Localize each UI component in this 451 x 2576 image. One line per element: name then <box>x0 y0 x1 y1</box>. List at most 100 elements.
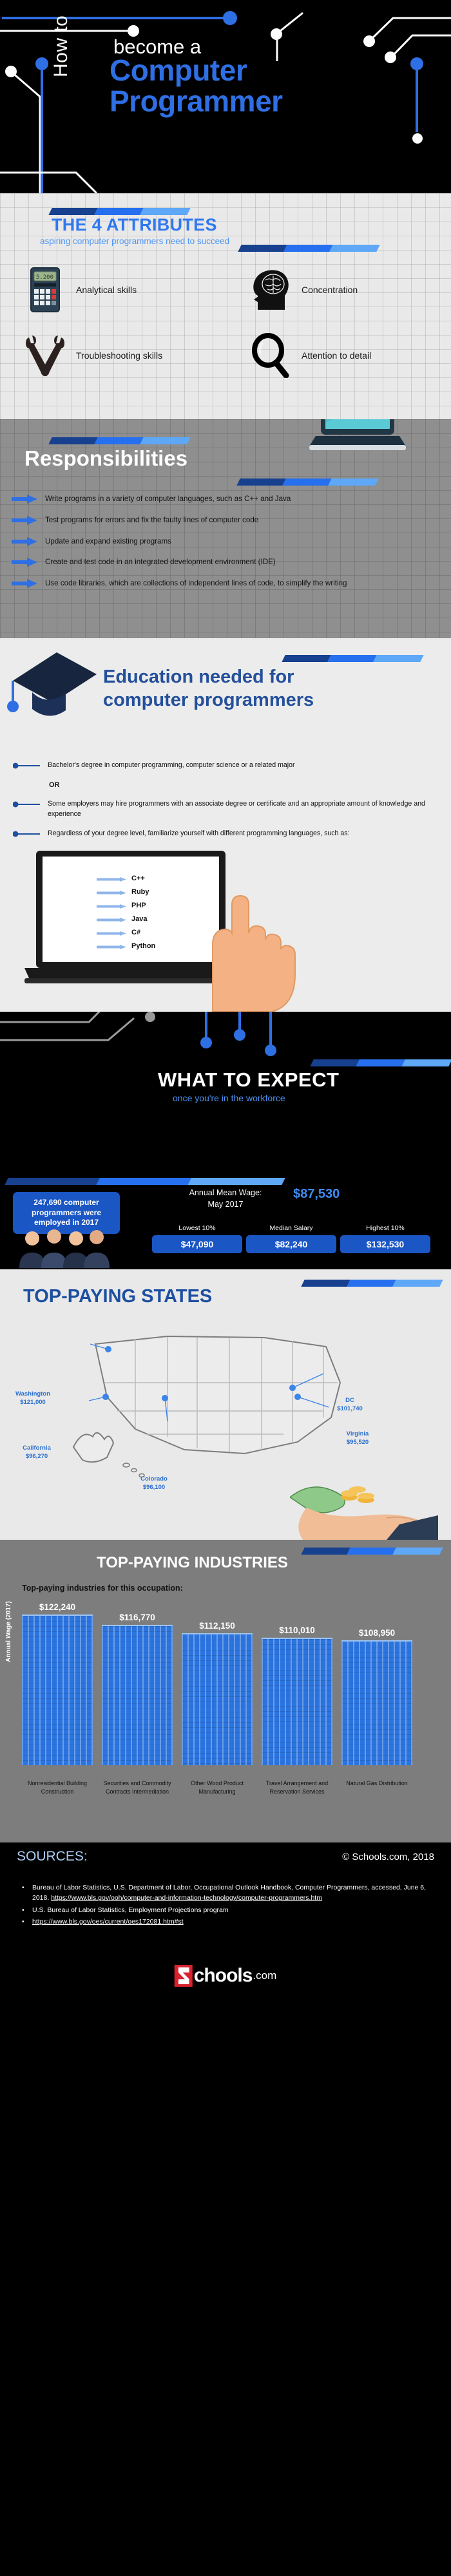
wage-tier-median: Median Salary $82,240 <box>246 1224 336 1253</box>
chart-category-label: Travel Arrangement and Reservation Servi… <box>265 1780 329 1795</box>
chart-category-labels: Nonresidential Building Construction Sec… <box>22 1779 412 1795</box>
chart-bar-fill <box>341 1640 412 1765</box>
copyright-text: © Schools.com, 2018 <box>342 1852 434 1862</box>
list-item-text: Regardless of your degree level, familia… <box>48 829 350 838</box>
list-item: Create and test code in an integrated de… <box>12 557 451 568</box>
state-value: $96,100 <box>142 1483 166 1491</box>
list-item-text: Some employers may hire programmers with… <box>48 800 425 819</box>
list-item: Java <box>97 912 155 925</box>
list-item: Update and expand existing programs <box>12 536 451 547</box>
education-section: Education needed for computer programmer… <box>0 638 451 1012</box>
chart-bar-fill <box>22 1615 93 1765</box>
what-to-expect-subheading: once you're in the workforce <box>173 1093 285 1103</box>
list-item: PHP <box>97 898 155 912</box>
arrow-bullet-icon <box>97 876 126 882</box>
arrow-bullet-icon <box>12 579 37 589</box>
state-name: Washington <box>15 1390 50 1397</box>
employment-stat-box: 247,690 computer programmers were employ… <box>13 1192 120 1234</box>
list-item: C# <box>97 925 155 939</box>
what-to-expect-section: WHAT TO EXPECT once you're in the workfo… <box>0 1012 451 1269</box>
list-item: Regardless of your degree level, familia… <box>12 829 438 839</box>
list-item-text: Update and expand existing programs <box>45 536 171 545</box>
arrow-bullet-icon <box>97 903 126 909</box>
responsibilities-list: Write programs in a variety of computer … <box>0 471 451 589</box>
arrow-bullet-icon <box>12 495 37 504</box>
header-section: How to become a Computer Programmer <box>0 0 451 193</box>
people-illustration <box>19 1229 110 1268</box>
chart-bar-value: $108,950 <box>358 1628 396 1638</box>
stripes-decoration <box>48 208 191 215</box>
list-item: Use code libraries, which are collection… <box>12 578 451 589</box>
arrow-bullet-icon <box>97 943 126 949</box>
source-link[interactable]: https://www.bls.gov/ooh/computer-and-inf… <box>51 1894 322 1902</box>
list-item-text: Ruby <box>131 887 149 896</box>
source-link[interactable]: https://www.bls.gov/oes/current/oes17208… <box>32 1918 184 1926</box>
arrow-bullet-icon <box>12 536 37 546</box>
laptop-icon <box>309 419 406 461</box>
wage-tier-label: Median Salary <box>269 1224 313 1232</box>
state-name: DC <box>345 1397 354 1404</box>
wage-tiers: Lowest 10% $47,090 Median Salary $82,240… <box>152 1224 430 1253</box>
education-heading: Education needed for computer programmer… <box>103 665 314 712</box>
arrow-bullet-icon <box>97 930 126 936</box>
chart-bar: $122,240 <box>22 1602 93 1765</box>
attributes-heading: THE 4 ATTRIBUTES <box>52 215 217 234</box>
top-paying-states-section: TOP-PAYING STATES Washington $121,000 Ca… <box>0 1269 451 1540</box>
list-item-text: Java <box>131 914 148 923</box>
stripes-decoration <box>282 655 424 662</box>
schools-logo[interactable]: chools .com <box>174 1965 276 1987</box>
list-item: Test programs for errors and fix the fau… <box>12 515 451 526</box>
top-paying-industries-section: TOP-PAYING INDUSTRIES Top-paying industr… <box>0 1540 451 1842</box>
chart-category-label: Nonresidential Building Construction <box>27 1780 88 1795</box>
responsibilities-section: Responsibilities Write programs in a var… <box>0 419 451 638</box>
education-list: Bachelor's degree in computer programmin… <box>12 761 438 848</box>
state-label-dc: DC $101,740 <box>322 1397 378 1414</box>
attribute-label: Analytical skills <box>76 285 137 295</box>
wage-tier-highest: Highest 10% $132,530 <box>340 1224 430 1253</box>
attribute-item-troubleshooting: Troubleshooting skills <box>0 326 225 385</box>
or-word: OR <box>49 781 60 789</box>
attribute-item-attention: Attention to detail <box>225 326 451 385</box>
list-item-text: C++ <box>131 874 145 882</box>
what-to-expect-heading: WHAT TO EXPECT <box>158 1068 340 1091</box>
state-value: $95,520 <box>346 1438 369 1446</box>
page-title: Computer Programmer <box>110 55 283 117</box>
education-heading-line-1: Education needed for <box>103 667 294 687</box>
stripes-decoration-2 <box>5 1178 285 1185</box>
chart-bar-value: $116,770 <box>119 1613 155 1622</box>
or-separator: OR <box>13 780 438 791</box>
circuit-decoration <box>0 1012 276 1056</box>
title-line-2: Programmer <box>110 84 283 118</box>
state-value: $121,000 <box>20 1398 46 1406</box>
programming-languages-list: C++ Ruby PHP Java C# Python <box>97 871 155 952</box>
money-in-hand-icon <box>290 1486 438 1540</box>
wage-tier-lowest: Lowest 10% $47,090 <box>152 1224 242 1253</box>
state-name: Virginia <box>346 1430 369 1437</box>
chart-bar-value: $110,010 <box>279 1625 315 1635</box>
list-item: Python <box>97 939 155 952</box>
dot-line-icon <box>12 762 41 770</box>
stripes-decoration <box>48 437 191 444</box>
sources-section: SOURCES: © Schools.com, 2018 Bureau of L… <box>0 1842 451 2003</box>
brain-head-icon <box>249 264 293 316</box>
state-label-virginia: Virginia $95,520 <box>330 1430 385 1447</box>
state-value: $96,270 <box>25 1452 48 1460</box>
list-item-text: Python <box>131 942 156 950</box>
list-item-text: Bachelor's degree in computer programmin… <box>48 761 295 769</box>
list-item-text: Write programs in a variety of computer … <box>45 495 291 503</box>
stripes-decoration <box>301 1280 443 1287</box>
stripes-decoration <box>310 1059 451 1066</box>
svg-text:5.200: 5.200 <box>36 274 53 281</box>
chart-bar-fill <box>262 1638 332 1765</box>
state-label-colorado: Colorado $96,100 <box>126 1475 182 1492</box>
amw-title: Annual Mean Wage: <box>189 1188 262 1197</box>
attribute-label: Concentration <box>302 285 358 295</box>
chart-bar-value: $112,150 <box>199 1621 235 1631</box>
list-item: C++ <box>97 871 155 885</box>
attribute-item-concentration: Concentration <box>225 260 451 319</box>
arrow-bullet-icon <box>97 916 126 922</box>
chart-category-label: Other Wood Product Manufacturing <box>191 1780 244 1795</box>
chart-bar: $108,950 <box>341 1628 412 1765</box>
calculator-icon: 5.200 <box>23 264 67 316</box>
chart-bar: $112,150 <box>182 1621 253 1765</box>
